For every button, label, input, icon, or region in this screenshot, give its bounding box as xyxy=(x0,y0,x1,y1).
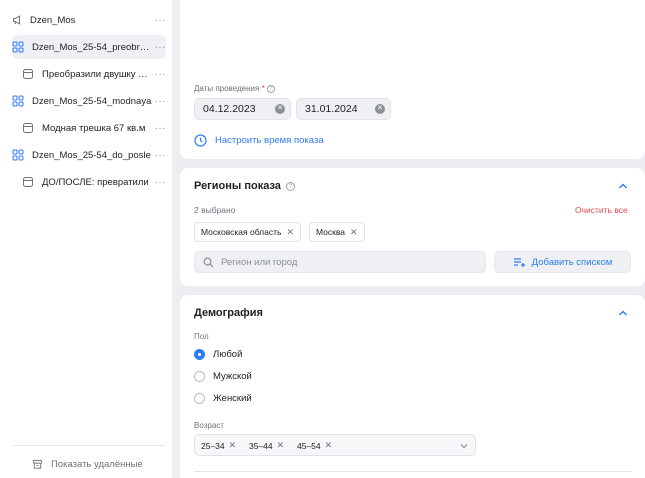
remove-chip-icon[interactable]: ✕ xyxy=(286,227,294,238)
more-icon[interactable]: ··· xyxy=(152,15,166,26)
more-icon[interactable]: ··· xyxy=(152,123,166,134)
dates-label: Даты проведения * ? xyxy=(194,84,275,93)
schedule-link-label: Настроить время показа xyxy=(215,135,324,146)
sidebar-item-label: ДО/ПОСЛЕ: превратили xyxy=(42,176,149,188)
sidebar-item-campaign[interactable]: Dzen_Mos ··· xyxy=(12,8,166,32)
clear-start-date-icon[interactable]: ✕ xyxy=(275,104,285,114)
age-chip: 35–44 ✕ xyxy=(245,438,288,453)
gender-option-label: Мужской xyxy=(213,371,252,382)
creative-icon xyxy=(22,122,34,134)
region-chip: Московская область ✕ xyxy=(194,222,301,242)
age-chip-label: 45–54 xyxy=(297,440,321,451)
more-icon[interactable]: ··· xyxy=(152,150,166,161)
sidebar-divider xyxy=(13,445,165,446)
main-content: Даты проведения * ? 04.12.2023 ✕ 31.01.2… xyxy=(172,0,645,478)
gender-option-male[interactable]: Мужской xyxy=(194,371,252,382)
megaphone-icon xyxy=(12,14,24,26)
remove-chip-icon[interactable]: ✕ xyxy=(277,440,285,451)
clear-end-date-icon[interactable]: ✕ xyxy=(375,104,385,114)
region-chip-label: Москва xyxy=(316,227,346,237)
clock-icon xyxy=(194,134,207,147)
add-list-button[interactable]: Добавить списком xyxy=(494,251,631,273)
end-date-field[interactable]: 31.01.2024 ✕ xyxy=(296,98,391,120)
more-icon[interactable]: ··· xyxy=(152,42,166,53)
sidebar-item-group[interactable]: Dzen_Mos_25-54_modnaya ··· xyxy=(12,89,166,113)
add-list-icon xyxy=(513,257,526,268)
remove-chip-icon[interactable]: ✕ xyxy=(325,440,333,451)
section-divider xyxy=(194,471,631,472)
sidebar-item-label: Модная трешка 67 кв.м xyxy=(42,122,146,134)
age-chip-label: 35–44 xyxy=(249,440,273,451)
remove-chip-icon[interactable]: ✕ xyxy=(229,440,237,451)
add-list-label: Добавить списком xyxy=(531,256,613,268)
sidebar-item-label: Dzen_Mos_25-54_preobrazili xyxy=(32,41,152,53)
gender-label: Пол xyxy=(194,332,209,341)
sidebar-item-creative[interactable]: Модная трешка 67 кв.м ··· xyxy=(22,116,166,140)
radio-selected[interactable] xyxy=(194,349,205,360)
demography-title: Демография xyxy=(194,307,263,319)
regions-title: Регионы показа ? xyxy=(194,180,295,192)
chevron-down-icon[interactable] xyxy=(459,441,469,451)
radio-unselected[interactable] xyxy=(194,371,205,382)
trash-icon xyxy=(32,459,43,470)
sidebar-item-label: Преобразили двушку в трешку xyxy=(42,68,152,80)
chevron-up-icon[interactable] xyxy=(617,307,629,319)
schedule-link[interactable]: Настроить время показа xyxy=(194,134,324,147)
gender-option-female[interactable]: Женский xyxy=(194,393,252,404)
gender-option-any[interactable]: Любой xyxy=(194,349,242,360)
grid-icon xyxy=(12,41,24,53)
sidebar-item-group[interactable]: Dzen_Mos_25-54_do_posle ··· xyxy=(12,143,166,167)
sidebar-item-group[interactable]: Dzen_Mos_25-54_preobrazili ··· xyxy=(12,35,166,59)
clear-all-button[interactable]: Очистить все xyxy=(575,205,628,215)
show-deleted-button[interactable]: Показать удалённые xyxy=(32,456,143,472)
sidebar-item-creative[interactable]: ДО/ПОСЛЕ: превратили ··· xyxy=(22,170,166,194)
remove-chip-icon[interactable]: ✕ xyxy=(350,227,358,238)
region-search-placeholder: Регион или город xyxy=(221,256,298,268)
start-date-value: 04.12.2023 xyxy=(203,103,256,115)
help-icon[interactable]: ? xyxy=(266,84,275,93)
age-chip-label: 25–34 xyxy=(201,440,225,451)
regions-selected-count: 2 выбрано xyxy=(194,205,236,215)
creative-icon xyxy=(22,68,34,80)
region-chip: Москва ✕ xyxy=(309,222,365,242)
gender-option-label: Любой xyxy=(213,349,243,360)
more-icon[interactable]: ··· xyxy=(152,177,166,188)
age-label: Возраст xyxy=(194,421,224,430)
grid-icon xyxy=(12,149,24,161)
age-select[interactable]: 25–34 ✕ 35–44 ✕ 45–54 ✕ xyxy=(194,434,476,456)
start-date-field[interactable]: 04.12.2023 ✕ xyxy=(194,98,291,120)
search-icon xyxy=(203,256,214,268)
more-icon[interactable]: ··· xyxy=(152,69,166,80)
regions-card: Регионы показа ? 2 выбрано Очистить все … xyxy=(180,168,645,286)
sidebar: Dzen_Mos ··· Dzen_Mos_25-54_preobrazili … xyxy=(0,0,172,478)
help-icon[interactable]: ? xyxy=(285,181,295,191)
sidebar-item-label: Dzen_Mos_25-54_modnaya xyxy=(32,95,152,107)
more-icon[interactable]: ··· xyxy=(152,96,166,107)
grid-icon xyxy=(12,95,24,107)
region-search-input[interactable]: Регион или город xyxy=(194,251,486,273)
radio-unselected[interactable] xyxy=(194,393,205,404)
chevron-up-icon[interactable] xyxy=(617,180,629,192)
creative-icon xyxy=(22,176,34,188)
age-chip: 45–54 ✕ xyxy=(293,438,336,453)
show-deleted-label: Показать удалённые xyxy=(51,458,143,470)
dates-card: Даты проведения * ? 04.12.2023 ✕ 31.01.2… xyxy=(180,0,645,159)
end-date-value: 31.01.2024 xyxy=(305,103,358,115)
sidebar-item-creative[interactable]: Преобразили двушку в трешку ··· xyxy=(22,62,166,86)
gender-option-label: Женский xyxy=(213,393,252,404)
region-chip-label: Московская область xyxy=(201,227,282,237)
demography-card: Демография Пол Любой Мужской Женский Воз… xyxy=(180,295,645,478)
sidebar-item-label: Dzen_Mos_25-54_do_posle xyxy=(32,149,151,161)
age-chip: 25–34 ✕ xyxy=(197,438,240,453)
sidebar-item-label: Dzen_Mos xyxy=(30,14,76,26)
